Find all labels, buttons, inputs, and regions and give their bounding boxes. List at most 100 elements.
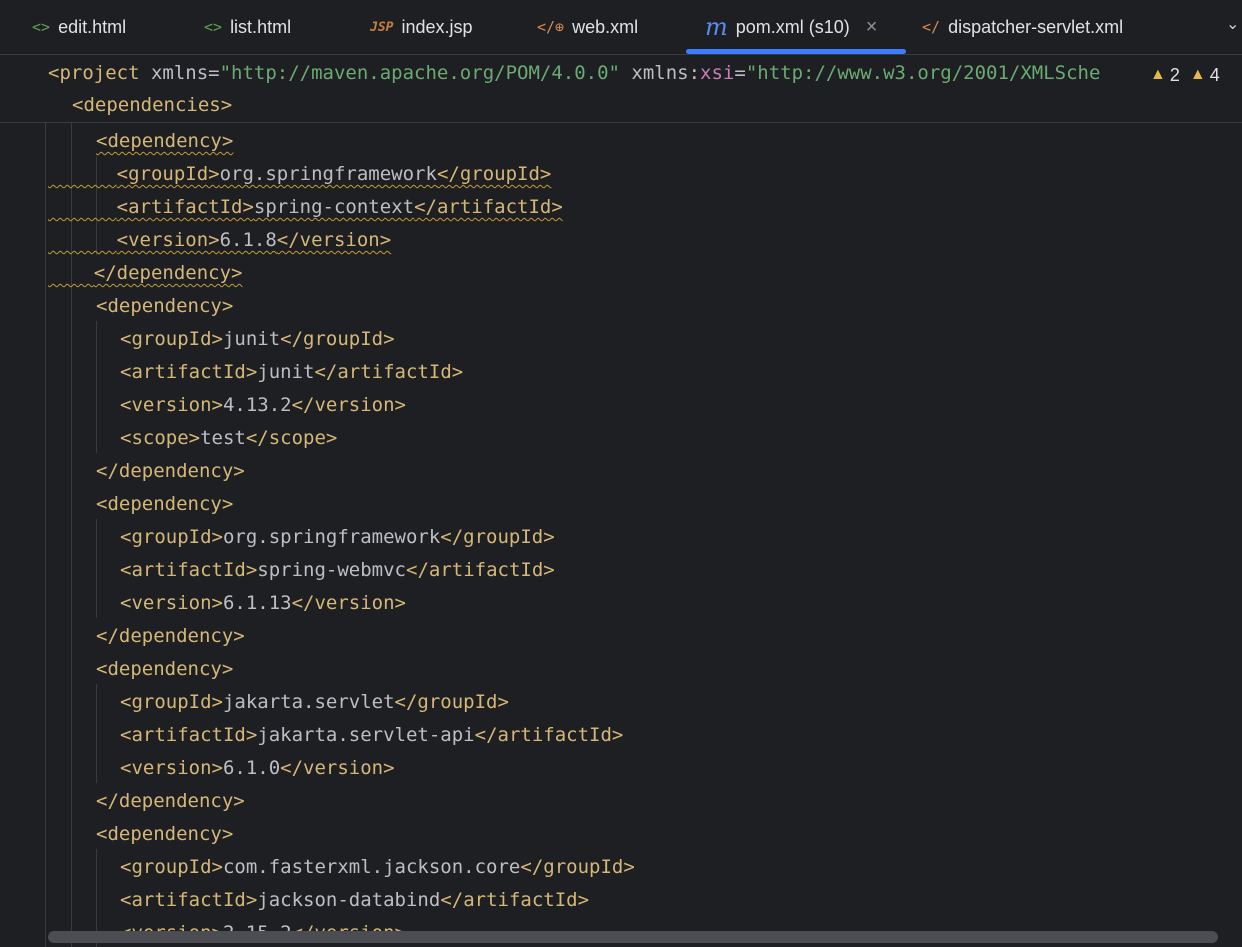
- code-line[interactable]: </dependency>: [48, 257, 243, 290]
- dependency-close-tag: </dependency>: [96, 460, 245, 482]
- tag: <version>: [120, 394, 223, 416]
- tab-edit-html[interactable]: <> edit.html: [32, 0, 126, 54]
- tag: <version>: [120, 757, 223, 779]
- tag: <artifactId>: [120, 889, 258, 911]
- tab-label: index.jsp: [401, 16, 473, 37]
- artifact-id-value: junit: [257, 361, 315, 383]
- artifact-id-value: spring-webmvc: [257, 559, 406, 581]
- xsi-value: "http://www.w3.org/2001/XMLSche: [745, 62, 1101, 84]
- code-line[interactable]: <version>6.1.0</version>: [120, 752, 395, 785]
- tag: </artifactId>: [406, 559, 555, 581]
- group-id-value: com.fasterxml.jackson.core: [222, 856, 521, 878]
- group-id-value: org.springframework: [219, 163, 437, 185]
- tag: <groupId>: [120, 691, 223, 713]
- indent-guide: [96, 519, 97, 618]
- xmlns-attr: xmlns=: [139, 62, 220, 84]
- version-value: 6.1.13: [222, 592, 292, 614]
- xmlns-value: "http://maven.apache.org/POM/4.0.0": [219, 62, 620, 84]
- xsi-name: xsi: [700, 62, 735, 84]
- code-line[interactable]: <groupId>org.springframework</groupId>: [48, 158, 552, 191]
- group-id-value: org.springframework: [222, 526, 441, 548]
- xml-code-icon: </: [922, 18, 941, 36]
- tag: </version>: [276, 229, 392, 251]
- code-line[interactable]: </dependency>: [96, 455, 245, 488]
- chevron-down-icon[interactable]: ⌄: [1226, 14, 1239, 34]
- tag: </groupId>: [394, 691, 509, 713]
- tag: </version>: [291, 592, 406, 614]
- tab-label: web.xml: [572, 16, 639, 37]
- group-id-value: junit: [222, 328, 281, 350]
- dependency-open-tag: <dependency>: [96, 493, 234, 515]
- tag: <artifactId>: [120, 724, 258, 746]
- dependency-open-tag: <dependency>: [96, 823, 234, 845]
- code-line[interactable]: <artifactId>jakarta.servlet-api</artifac…: [120, 719, 623, 752]
- tag: <artifactId>: [120, 559, 258, 581]
- tab-pom-xml[interactable]: m pom.xml (s10) ×: [705, 0, 877, 54]
- indent-guide: [45, 123, 46, 947]
- code-line[interactable]: <artifactId>spring-context</artifactId>: [48, 191, 563, 224]
- tag: </artifactId>: [414, 196, 563, 218]
- code-line[interactable]: <dependency>: [96, 290, 233, 323]
- code-editor[interactable]: <dependency> <groupId>org.springframewor…: [0, 123, 1242, 947]
- code-line[interactable]: <dependency>: [96, 653, 233, 686]
- tab-label: list.html: [230, 16, 292, 37]
- code-line[interactable]: </dependency>: [96, 785, 245, 818]
- weak-warning-count: 4: [1209, 64, 1220, 85]
- code-line[interactable]: <groupId>junit</groupId>: [120, 323, 395, 356]
- code-line[interactable]: <artifactId>spring-webmvc</artifactId>: [120, 554, 555, 587]
- tag: </groupId>: [280, 328, 395, 350]
- code-line[interactable]: <artifactId>junit</artifactId>: [120, 356, 463, 389]
- code-line[interactable]: <groupId>jakarta.servlet</groupId>: [120, 686, 509, 719]
- tag: </artifactId>: [314, 361, 464, 383]
- warning-icon: ▲: [1150, 66, 1166, 83]
- weak-warning-badge[interactable]: ▲ 4: [1190, 65, 1220, 86]
- active-tab-indicator: [686, 49, 906, 54]
- warning-count: 2: [1169, 64, 1180, 85]
- editor-tab-bar: <> edit.html <> list.html JSP index.jsp …: [0, 0, 1242, 55]
- inspection-widget[interactable]: ▲ 2 ▲ 4: [1150, 60, 1230, 90]
- tag: </groupId>: [520, 856, 635, 878]
- code-line[interactable]: <version>4.13.2</version>: [120, 389, 406, 422]
- horizontal-scrollbar[interactable]: [48, 931, 1218, 943]
- tag: <groupId>: [116, 163, 220, 185]
- warning-icon: ▲: [1189, 66, 1206, 83]
- code-line[interactable]: <version>6.1.8</version>: [48, 224, 392, 257]
- code-line[interactable]: <scope>test</scope>: [120, 422, 337, 455]
- dependency-open-tag: <dependency>: [96, 130, 234, 152]
- dependency-open-tag: <dependency>: [96, 295, 234, 317]
- code-line[interactable]: <dependency>: [96, 125, 233, 158]
- tab-list-html[interactable]: <> list.html: [204, 0, 291, 54]
- indent-guide: [96, 684, 97, 783]
- code-line[interactable]: <version>6.1.13</version>: [120, 587, 406, 620]
- warning-badge[interactable]: ▲ 2: [1150, 65, 1180, 86]
- dependency-close-tag: </dependency>: [93, 262, 243, 284]
- dependencies-tag: <dependencies>: [72, 94, 233, 116]
- sticky-line-dependencies[interactable]: <dependencies>: [72, 89, 232, 122]
- tab-dispatcher-servlet-xml[interactable]: </ dispatcher-servlet.xml: [922, 0, 1123, 54]
- tag: <groupId>: [120, 328, 223, 350]
- dependency-close-tag: </dependency>: [96, 625, 245, 647]
- code-line[interactable]: <dependency>: [96, 488, 233, 521]
- version-value: 6.1.0: [222, 757, 281, 779]
- tag: </groupId>: [440, 526, 555, 548]
- tab-web-xml[interactable]: </⊕ web.xml: [537, 0, 638, 54]
- artifact-id-value: spring-context: [253, 196, 415, 218]
- tab-label: pom.xml (s10): [735, 16, 850, 37]
- dependency-open-tag: <dependency>: [96, 658, 234, 680]
- close-icon[interactable]: ×: [866, 16, 878, 39]
- sticky-line-project[interactable]: <project xmlns="http://maven.apache.org/…: [48, 57, 1100, 90]
- tag: <artifactId>: [120, 361, 258, 383]
- tab-index-jsp[interactable]: JSP index.jsp: [370, 0, 473, 54]
- code-line[interactable]: <groupId>org.springframework</groupId>: [120, 521, 555, 554]
- code-line[interactable]: <dependency>: [96, 818, 233, 851]
- tag: <groupId>: [120, 856, 223, 878]
- code-line[interactable]: <artifactId>jackson-databind</artifactId…: [120, 884, 589, 917]
- tag: </version>: [280, 757, 395, 779]
- code-line[interactable]: </dependency>: [96, 620, 245, 653]
- code-line[interactable]: <groupId>com.fasterxml.jackson.core</gro…: [120, 851, 635, 884]
- tag: <version>: [116, 229, 220, 251]
- xml-brackets-icon: <>: [32, 18, 51, 36]
